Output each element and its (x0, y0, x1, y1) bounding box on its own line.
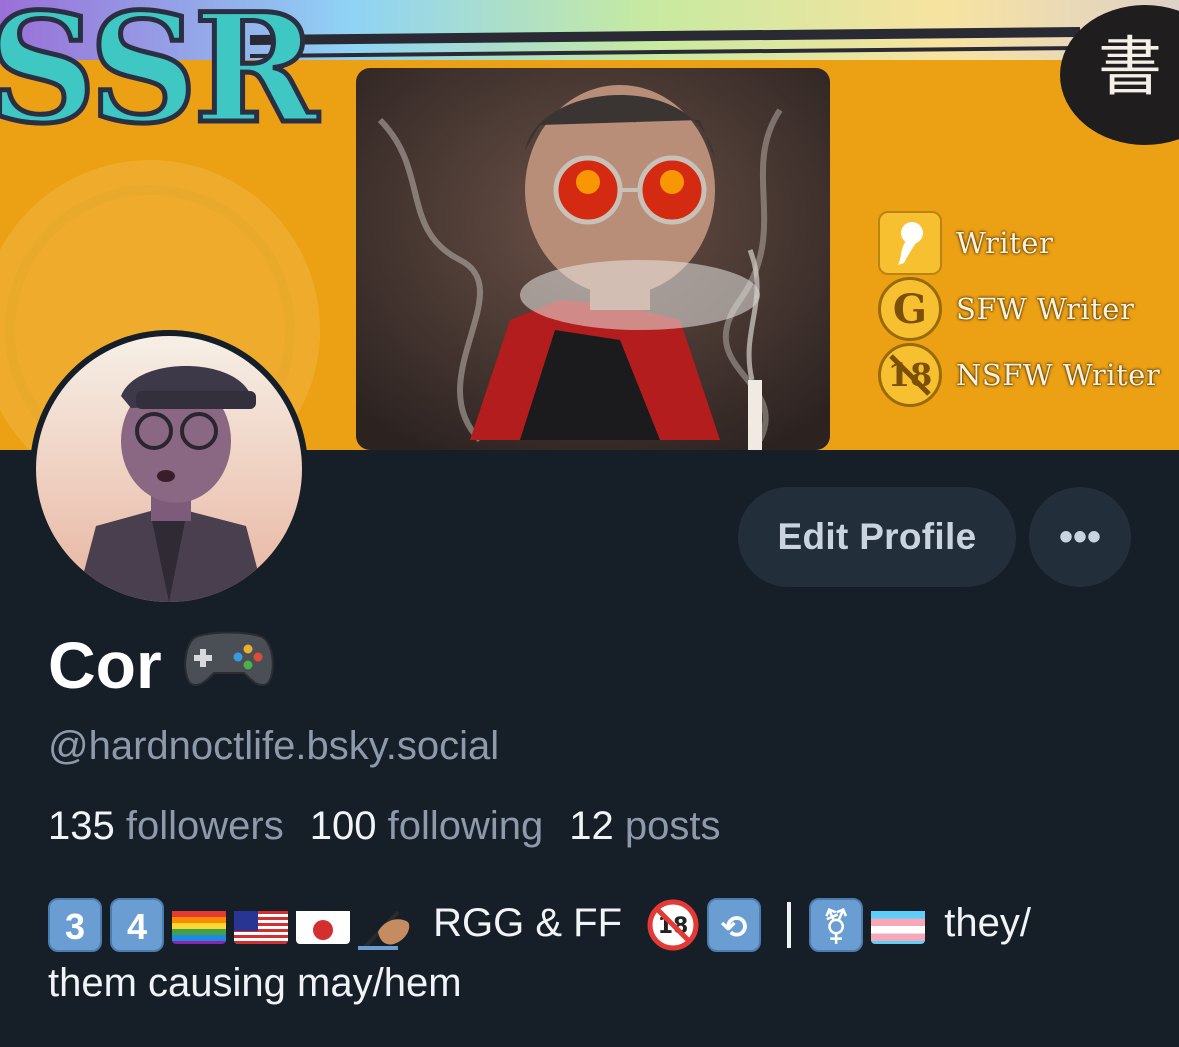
edit-profile-button[interactable]: Edit Profile (738, 487, 1016, 587)
banner-kanji: 書 (1098, 31, 1162, 105)
profile-stats: 135 followers 100 following 12 posts (48, 800, 720, 852)
profile-bio: 34 RGG & FF 18 ⟲⚧ they/ them c (48, 893, 1148, 1013)
bio-text-1: RGG & FF (433, 901, 623, 945)
badge-label: SFW Writer (956, 292, 1135, 326)
followers-link[interactable]: 135 followers (48, 804, 284, 848)
banner-ssr-title: SSR (0, 0, 321, 157)
keycap-3-icon: 3 (48, 898, 102, 953)
transgender-flag-icon (871, 906, 926, 945)
badge-writer: Writer (878, 210, 1178, 276)
posts-count: 12 (569, 804, 614, 848)
profile-handle: @hardnoctlife.bsky.social (48, 724, 500, 768)
display-name: Cor (48, 628, 162, 702)
badge-label: Writer (956, 226, 1054, 260)
following-label: following (387, 804, 544, 848)
following-link[interactable]: 100 following (310, 804, 544, 848)
ellipsis-icon: ••• (1058, 514, 1101, 559)
display-name-row: Cor (48, 630, 276, 700)
video-game-controller-icon (182, 629, 276, 701)
banner-badge-list: Writer G SFW Writer 18 NSFW Writer (878, 210, 1178, 408)
followers-label: followers (125, 804, 284, 848)
repeat-arrows-icon: ⟲ (707, 898, 762, 953)
bio-line-2: them causing may/hem (48, 961, 462, 1005)
no-under-18-icon: 18 (647, 899, 699, 951)
rainbow-flag-icon (172, 906, 226, 945)
bio-separator (787, 902, 792, 949)
keycap-4-icon: 4 (110, 898, 164, 953)
followers-count: 135 (48, 804, 115, 848)
following-count: 100 (309, 804, 377, 848)
avatar[interactable] (30, 330, 308, 608)
more-options-button[interactable]: ••• (1029, 487, 1131, 587)
avatar-image (36, 336, 302, 602)
badge-label: NSFW Writer (956, 358, 1161, 392)
badge-sfw-writer: G SFW Writer (878, 276, 1178, 342)
japan-flag-icon (296, 906, 350, 945)
g-rating-icon: G (878, 277, 942, 341)
us-flag-icon (234, 906, 288, 945)
writing-hand-icon (358, 898, 414, 952)
posts-stat: 12 posts (569, 804, 720, 848)
bio-text-2: they/ (944, 901, 1031, 945)
no-18-icon: 18 (878, 343, 942, 407)
badge-nsfw-writer: 18 NSFW Writer (878, 342, 1178, 408)
transgender-symbol-icon: ⚧ (809, 898, 864, 953)
posts-label: posts (624, 804, 721, 848)
writer-quill-icon (878, 211, 942, 275)
